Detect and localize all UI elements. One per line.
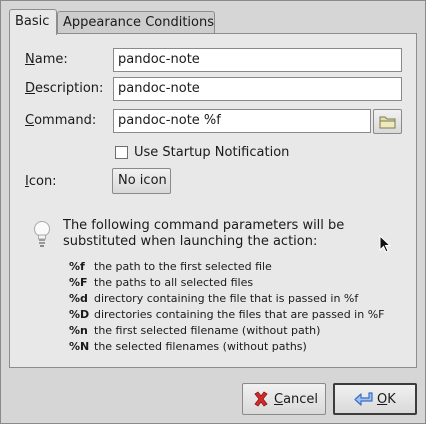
param-desc: the first selected filename (without pat… — [94, 324, 321, 337]
command-field-value: pandoc-note %f — [118, 113, 221, 128]
description-field-value: pandoc-note — [118, 81, 200, 96]
description-label: Description: — [25, 81, 104, 96]
cancel-button-label: Cancel — [274, 392, 319, 407]
dialog-window: Basic Appearance Conditions Name: pandoc… — [0, 0, 426, 424]
list-item: %n the first selected filename (without p… — [69, 323, 384, 339]
param-key: %D — [69, 308, 90, 321]
tab-appearance-conditions[interactable]: Appearance Conditions — [57, 11, 215, 33]
parameters-list: %f the path to the first selected file %F… — [69, 259, 384, 355]
tab-basic[interactable]: Basic — [9, 9, 57, 35]
ok-button-label: OK — [377, 392, 396, 407]
command-label: Command: — [25, 113, 97, 128]
param-key: %n — [69, 324, 88, 337]
param-desc: the selected filenames (without paths) — [94, 340, 307, 353]
mouse-pointer-icon — [379, 234, 392, 257]
no-icon-button-label: No icon — [118, 173, 167, 188]
tab-basic-label: Basic — [15, 14, 50, 29]
parameters-info-text: The following command parameters will be… — [63, 218, 345, 249]
param-desc: directories containing the files that ar… — [94, 308, 385, 321]
cancel-button[interactable]: Cancel — [242, 383, 326, 415]
ok-arrow-icon — [353, 391, 375, 414]
param-key: %f — [69, 260, 85, 273]
no-icon-button[interactable]: No icon — [112, 168, 171, 194]
param-key: %F — [69, 276, 88, 289]
command-field[interactable]: pandoc-note %f — [113, 109, 371, 133]
param-desc: directory containing the file that is pa… — [94, 292, 359, 305]
name-label: Name: — [25, 52, 68, 67]
folder-icon — [379, 115, 397, 134]
list-item: %D directories containing the files that … — [69, 307, 384, 323]
tab-appearance-conditions-label: Appearance Conditions — [63, 15, 214, 30]
startup-notification-checkbox[interactable] — [115, 146, 128, 159]
list-item: %f the path to the first selected file — [69, 259, 384, 275]
list-item: %N the selected filenames (without paths) — [69, 339, 384, 355]
list-item: %F the paths to all selected files — [69, 275, 384, 291]
icon-label: Icon: — [25, 174, 57, 189]
param-desc: the path to the first selected file — [94, 260, 272, 273]
list-item: %d directory containing the file that is … — [69, 291, 384, 307]
name-field-value: pandoc-note — [118, 52, 200, 67]
param-key: %N — [69, 340, 90, 353]
startup-notification-label: Use Startup Notification — [134, 145, 290, 160]
param-desc: the paths to all selected files — [94, 276, 254, 289]
param-key: %d — [69, 292, 88, 305]
name-field[interactable]: pandoc-note — [113, 48, 402, 72]
lightbulb-icon — [33, 220, 51, 254]
cancel-x-icon — [253, 391, 269, 412]
browse-folder-button[interactable] — [373, 109, 402, 134]
ok-button[interactable]: OK — [333, 383, 417, 415]
description-field[interactable]: pandoc-note — [113, 77, 402, 101]
